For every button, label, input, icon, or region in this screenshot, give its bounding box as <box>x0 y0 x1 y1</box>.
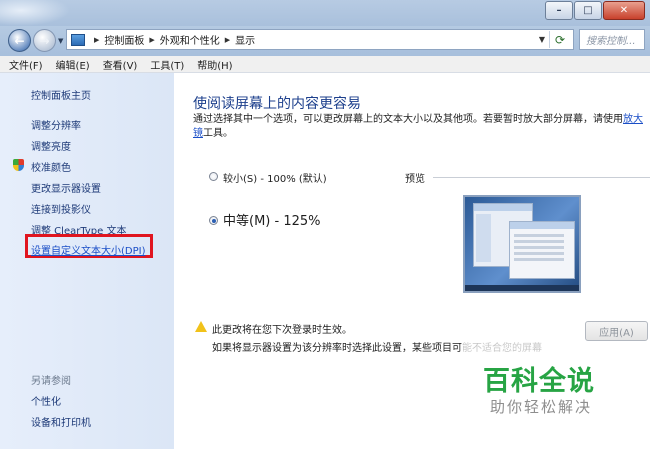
magnifier-link-continued[interactable]: 镜 <box>193 128 203 139</box>
sidebar-item-personalization[interactable]: 个性化 <box>31 393 61 408</box>
preview-divider <box>433 177 650 178</box>
watermark-logo: 百科全说 <box>483 366 595 397</box>
preview-image <box>463 195 581 293</box>
breadcrumb-arrow-icon[interactable]: ▶ <box>225 36 230 44</box>
minimize-button[interactable]: – <box>545 1 573 20</box>
recent-pages-chevron-icon[interactable]: ▼ <box>58 37 63 45</box>
menu-help[interactable]: 帮助(H) <box>197 57 232 72</box>
window-controls: – □ ✕ <box>544 1 645 20</box>
refresh-icon[interactable]: ⟳ <box>549 31 570 48</box>
menu-edit[interactable]: 编辑(E) <box>56 57 90 72</box>
menu-tools[interactable]: 工具(T) <box>150 57 184 72</box>
see-also-heading: 另请参阅 <box>31 376 71 387</box>
option-small-label[interactable]: 较小(S) - 100% (默认) <box>223 170 327 185</box>
description-text: 通过选择其中一个选项，可以更改屏幕上的文本大小以及其他项。若要暂时放大部分屏幕，… <box>193 114 623 125</box>
sidebar-item-custom-dpi[interactable]: 设置自定义文本大小(DPI) <box>31 242 145 257</box>
page-description: 通过选择其中一个选项，可以更改屏幕上的文本大小以及其他项。若要暂时放大部分屏幕，… <box>193 113 649 141</box>
radio-medium[interactable] <box>209 216 218 225</box>
search-input[interactable]: 搜索控制... <box>579 29 645 50</box>
sidebar-item-display-settings[interactable]: 更改显示器设置 <box>31 180 101 195</box>
watermark-slogan: 助你轻松解决 <box>490 398 593 416</box>
magnifier-link[interactable]: 放大 <box>623 114 643 125</box>
menu-view[interactable]: 查看(V) <box>103 57 138 72</box>
breadcrumb-appearance[interactable]: 外观和个性化 <box>160 32 220 47</box>
shield-icon <box>13 159 24 171</box>
warning-text: 此更改将在您下次登录时生效。 <box>212 325 352 336</box>
breadcrumb-arrow-icon[interactable]: ▶ <box>94 36 99 44</box>
menu-bar: 文件(F) 编辑(E) 查看(V) 工具(T) 帮助(H) <box>0 56 650 73</box>
breadcrumb-arrow-icon[interactable]: ▶ <box>149 36 154 44</box>
address-dropdown-icon[interactable]: ▼ <box>539 35 545 44</box>
address-bar[interactable]: ▶ 控制面板 ▶ 外观和个性化 ▶ 显示 ▼ ⟳ <box>66 29 574 50</box>
control-panel-icon <box>71 33 85 46</box>
breadcrumb-control-panel[interactable]: 控制面板 <box>104 32 144 47</box>
back-button[interactable]: ← <box>8 29 31 52</box>
close-button[interactable]: ✕ <box>603 1 645 20</box>
sidebar: 控制面板主页 调整分辨率 调整亮度 校准颜色 更改显示器设置 连接到投影仪 调整… <box>0 73 174 449</box>
menu-file[interactable]: 文件(F) <box>9 57 43 72</box>
sidebar-item-projector[interactable]: 连接到投影仪 <box>31 201 91 216</box>
sidebar-home-link[interactable]: 控制面板主页 <box>31 87 91 102</box>
warning-icon <box>195 321 207 332</box>
window-title-bar: – □ ✕ <box>0 0 650 26</box>
radio-small[interactable] <box>209 172 218 181</box>
sidebar-item-calibrate-color[interactable]: 校准颜色 <box>31 159 71 174</box>
sidebar-item-devices-printers[interactable]: 设备和打印机 <box>31 414 91 429</box>
apply-button[interactable]: 应用(A) <box>585 321 648 341</box>
sidebar-item-resolution[interactable]: 调整分辨率 <box>31 117 81 132</box>
forward-button[interactable]: → <box>33 29 56 52</box>
option-medium-label[interactable]: 中等(M) - 125% <box>223 210 320 229</box>
sidebar-item-brightness[interactable]: 调整亮度 <box>31 138 71 153</box>
preview-label: 预览 <box>405 174 425 185</box>
maximize-button[interactable]: □ <box>574 1 602 20</box>
description-tail: 工具。 <box>203 128 233 139</box>
address-toolbar: ← → ▼ ▶ 控制面板 ▶ 外观和个性化 ▶ 显示 ▼ ⟳ 搜索控制... <box>0 26 650 56</box>
page-title: 使阅读屏幕上的内容更容易 <box>193 96 361 112</box>
breadcrumb-display[interactable]: 显示 <box>235 32 255 47</box>
